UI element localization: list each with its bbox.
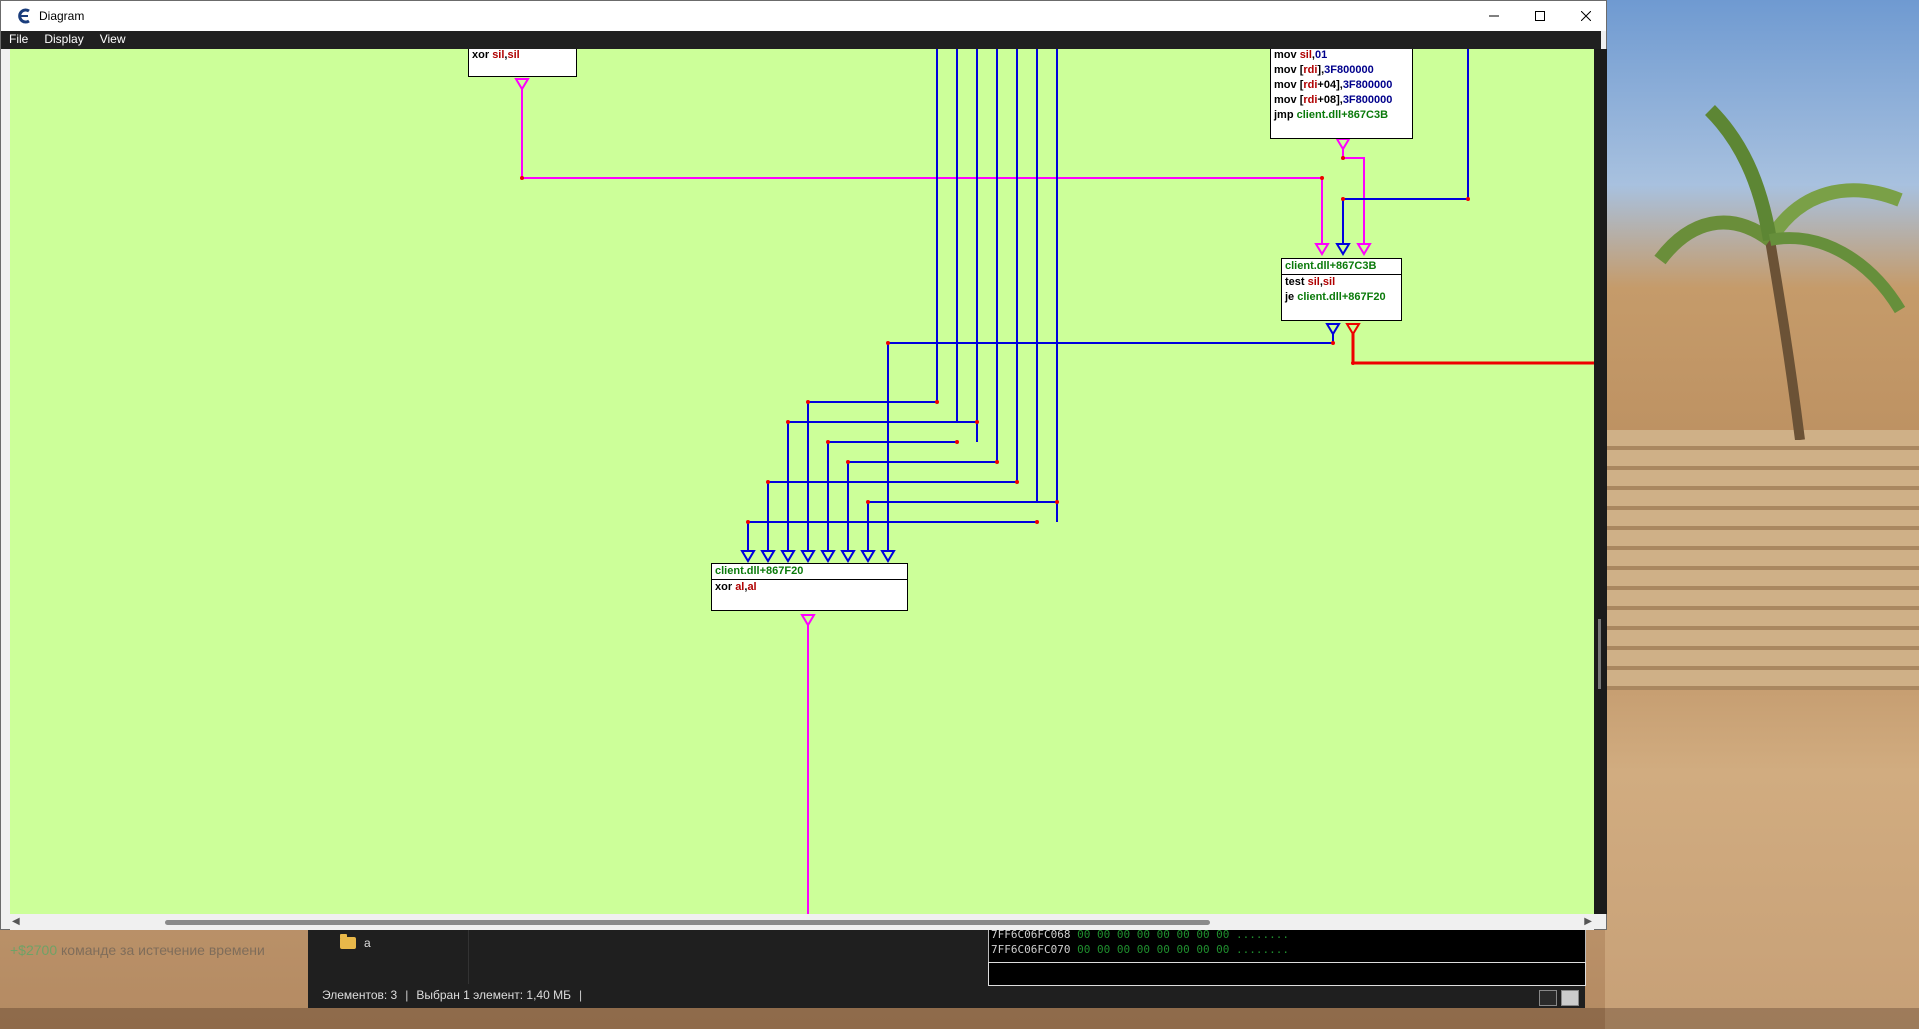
code-block-xor-al[interactable]: client.dll+867F20 xor al,al	[711, 563, 908, 611]
instruction-token: mov	[1274, 49, 1300, 61]
code-block-xor-sil[interactable]: xor sil,sil	[468, 49, 577, 77]
instruction-token: al	[747, 581, 757, 593]
tiles-view-button[interactable]	[1561, 990, 1579, 1006]
folder-icon	[340, 934, 356, 949]
instruction-line: je client.dll+867F20	[1282, 290, 1401, 305]
minimize-icon	[1489, 15, 1499, 17]
maximize-button[interactable]	[1517, 1, 1563, 31]
instruction-token: rdi	[1303, 94, 1318, 106]
instruction-token: test	[1285, 276, 1308, 288]
instruction-line: mov sil,01	[1271, 49, 1412, 63]
hex-view[interactable]: 7FF6C06FC068 00 00 00 00 00 00 00 00 ...…	[988, 926, 1586, 964]
game-hud-bar	[0, 1008, 1919, 1029]
status-divider: |	[405, 988, 409, 1002]
hex-address: 7FF6C06FC070	[991, 943, 1071, 956]
edge-path	[521, 79, 1323, 244]
instruction-token: sil	[1307, 276, 1320, 288]
hex-row: 7FF6C06FC070 00 00 00 00 00 00 00 00 ...…	[989, 942, 1585, 957]
game-round-message: +$2700 команде за истечение времени	[10, 942, 265, 958]
scroll-left-icon[interactable]: ◀	[12, 916, 20, 927]
code-block-mov[interactable]: mov sil,01 mov [rdi],3F800000 mov [rdi+0…	[1270, 49, 1413, 139]
horizontal-scrollbar[interactable]: ◀ ▶	[10, 914, 1594, 930]
menu-file[interactable]: File	[1, 31, 36, 49]
edge-path	[1342, 147, 1365, 244]
code-block-test[interactable]: client.dll+867C3B test sil,sil je client…	[1281, 258, 1402, 321]
instruction-token: xor	[472, 49, 493, 61]
instruction-token: mov	[1274, 79, 1300, 91]
pane-divider	[468, 924, 469, 984]
hex-input-field[interactable]	[988, 962, 1586, 986]
palm-tree-graphic	[1654, 105, 1906, 440]
instruction-line: mov [rdi+04],3F800000	[1271, 78, 1412, 93]
instruction-token: 3F800000	[1342, 94, 1393, 106]
menu-view[interactable]: View	[92, 31, 134, 49]
block-header: client.dll+867C3B	[1282, 259, 1401, 275]
vertical-scroll-thumb[interactable]	[1598, 619, 1601, 689]
diagram-window: Diagram File Display View xor sil,sil mo…	[0, 0, 1607, 930]
game-stairs	[1605, 430, 1919, 690]
title-bar[interactable]: Diagram	[1, 1, 1606, 31]
instruction-token: mov	[1274, 64, 1300, 76]
folder-name: a	[364, 936, 371, 950]
instruction-token: jmp	[1274, 109, 1297, 121]
instruction-token: +08],	[1317, 94, 1343, 106]
instruction-token: sil	[507, 49, 520, 61]
instruction-token: 01	[1314, 49, 1328, 61]
block-header: client.dll+867F20	[712, 564, 907, 580]
instruction-token: client.dll+867F20	[1297, 291, 1386, 303]
minimize-button[interactable]	[1471, 1, 1517, 31]
horizontal-scroll-thumb[interactable]	[165, 920, 1210, 925]
cheat-engine-icon	[18, 8, 30, 24]
instruction-token: mov	[1274, 94, 1300, 106]
instruction-token: client.dll+867C3B	[1296, 109, 1389, 121]
hex-bytes: 00 00 00 00 00 00 00 00 ........	[1077, 943, 1290, 956]
close-icon	[1581, 11, 1591, 21]
status-divider: |	[578, 988, 583, 1002]
instruction-line: mov [rdi],3F800000	[1271, 63, 1412, 78]
diagram-canvas[interactable]: xor sil,sil mov sil,01 mov [rdi],3F80000…	[10, 49, 1594, 914]
status-bar: Элементов: 3 | Выбран 1 элемент: 1,40 МБ…	[322, 988, 582, 1002]
instruction-line: mov [rdi+08],3F800000	[1271, 93, 1412, 108]
instruction-token: +04],	[1317, 79, 1343, 91]
instruction-token: 3F800000	[1342, 79, 1393, 91]
instruction-token: sil	[1322, 276, 1336, 288]
instruction-token: sil	[1299, 49, 1312, 61]
close-button[interactable]	[1563, 1, 1609, 31]
instruction-token: rdi	[1303, 79, 1318, 91]
instruction-token: je	[1285, 291, 1298, 303]
instruction-token: sil	[492, 49, 505, 61]
instruction-token: xor	[715, 581, 736, 593]
maximize-icon	[1535, 11, 1545, 21]
window-title: Diagram	[39, 9, 85, 23]
menu-bar: File Display View	[1, 31, 1601, 49]
scroll-right-icon[interactable]: ▶	[1584, 916, 1592, 927]
diagram-edges	[514, 49, 1594, 914]
view-toggle	[1539, 990, 1579, 1006]
instruction-line: jmp client.dll+867C3B	[1271, 108, 1412, 123]
instruction-line: xor sil,sil	[469, 49, 576, 63]
selection-info: Выбран 1 элемент: 1,40 МБ	[416, 988, 571, 1002]
vertical-scrollbar[interactable]	[1594, 49, 1607, 914]
details-view-button[interactable]	[1539, 990, 1557, 1006]
instruction-line: test sil,sil	[1282, 275, 1401, 290]
menu-display[interactable]: Display	[36, 31, 91, 49]
instruction-token: al	[735, 581, 745, 593]
money-reward: +$2700	[10, 942, 58, 958]
instruction-token: rdi	[1303, 64, 1318, 76]
round-message-text: команде за истечение времени	[57, 942, 265, 958]
folder-item[interactable]: a	[340, 934, 371, 950]
instruction-token: 3F800000	[1324, 64, 1374, 76]
instruction-line: xor al,al	[712, 580, 907, 595]
item-count: Элементов: 3	[322, 988, 398, 1002]
